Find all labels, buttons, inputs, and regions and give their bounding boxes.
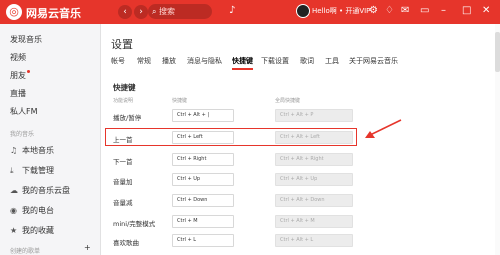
shortcut-label-play-pause: 播放/暂停 (113, 114, 142, 122)
scrollbar-thumb[interactable] (495, 32, 500, 72)
close-icon[interactable]: ✕ (482, 5, 490, 17)
sidebar-item-label: 我的电台 (22, 206, 54, 215)
shortcut-label-mini-mode: mini/完整模式 (113, 220, 156, 228)
global-shortcut-input-like-song[interactable]: Ctrl + Alt + L (275, 234, 353, 247)
tab-privacy[interactable]: 消息与隐私 (187, 56, 222, 66)
back-button[interactable]: ‹ (118, 5, 132, 19)
tab-tools[interactable]: 工具 (325, 56, 339, 66)
sidebar-item-personal-fm[interactable]: 私人FM (10, 106, 38, 117)
tab-lyrics[interactable]: 歌词 (300, 56, 314, 66)
sidebar-item-cloud-drive[interactable]: ☁ 我的音乐云盘 (10, 185, 70, 196)
search-icon: ⌕ (152, 7, 157, 16)
highlight-box (105, 128, 357, 146)
sidebar-item-my-radio[interactable]: ◉ 我的电台 (10, 205, 54, 216)
title-bar: ◎ 网易云音乐 ‹ › ⌕ ♪ Hello啊 • 开通VIP ⚙ ♢ ✉ ▭ –… (0, 0, 500, 24)
shortcut-label-volume-down: 音量减 (113, 199, 133, 207)
search-input[interactable] (159, 7, 206, 16)
music-note-icon: ♫ (10, 146, 18, 155)
created-playlists-section-label: 创建的歌单 (10, 248, 41, 255)
shortcut-label-next: 下一首 (113, 158, 133, 166)
microphone-icon[interactable]: ♪ (229, 5, 235, 16)
avatar[interactable] (296, 4, 310, 18)
tab-playback[interactable]: 播放 (162, 56, 176, 66)
minimize-icon[interactable]: – (441, 5, 446, 17)
tab-account[interactable]: 帐号 (111, 56, 125, 66)
global-shortcut-input-play-pause[interactable]: Ctrl + Alt + P (275, 109, 353, 122)
annotation-arrow-icon (365, 119, 402, 138)
maximize-icon[interactable]: □ (462, 5, 471, 17)
shortcut-input-volume-down[interactable]: Ctrl + Down (172, 194, 234, 207)
shortcut-label-like-song: 喜欢歌曲 (113, 239, 139, 247)
sidebar: 发现音乐 视频 朋友 直播 私人FM 我的音乐 ♫ 本地音乐 ⤓ 下载管理 ☁ 我的音… (0, 24, 101, 255)
app-title: 网易云音乐 (26, 7, 81, 20)
shortcut-input-volume-up[interactable]: Ctrl + Up (172, 173, 234, 186)
sidebar-item-live[interactable]: 直播 (10, 88, 26, 99)
add-playlist-icon[interactable]: + (84, 243, 91, 252)
tab-shortcuts[interactable]: 快捷键 (232, 56, 253, 70)
sidebar-item-local-music[interactable]: ♫ 本地音乐 (10, 145, 54, 156)
column-header-shortcut: 快捷键 (172, 98, 188, 104)
global-shortcut-input-next[interactable]: Ctrl + Alt + Right (275, 153, 353, 166)
star-icon: ★ (10, 226, 18, 235)
mail-icon[interactable]: ✉ (401, 5, 409, 17)
column-header-global-shortcut: 全局快捷键 (275, 98, 301, 104)
sidebar-item-label: 我的收藏 (22, 226, 54, 235)
tab-about[interactable]: 关于网易云音乐 (349, 56, 398, 66)
sidebar-item-label: 我的音乐云盘 (22, 186, 70, 195)
sidebar-item-favorites[interactable]: ★ 我的收藏 (10, 225, 54, 236)
sidebar-item-label: 本地音乐 (22, 146, 54, 155)
gear-icon[interactable]: ⚙ (369, 5, 378, 17)
mini-mode-icon[interactable]: ▭ (420, 5, 429, 17)
download-icon: ⤓ (10, 166, 14, 175)
shortcut-input-like-song[interactable]: Ctrl + L (172, 234, 234, 247)
skin-icon[interactable]: ♢ (385, 5, 394, 17)
sidebar-item-friends[interactable]: 朋友 (10, 70, 30, 81)
tab-download-settings[interactable]: 下载设置 (261, 56, 289, 66)
username-vip[interactable]: Hello啊 • 开通VIP (312, 6, 370, 16)
scrollbar[interactable] (495, 24, 500, 255)
global-shortcut-input-volume-up[interactable]: Ctrl + Alt + Up (275, 173, 353, 186)
sidebar-item-label: 下载管理 (22, 166, 54, 175)
radio-icon: ◉ (10, 206, 17, 215)
notification-dot (27, 70, 30, 73)
sidebar-item-label: 朋友 (10, 71, 26, 80)
sidebar-item-video[interactable]: 视频 (10, 52, 26, 63)
page-title: 设置 (111, 38, 133, 51)
column-header-function: 功能说明 (113, 98, 134, 104)
global-shortcut-input-volume-down[interactable]: Ctrl + Alt + Down (275, 194, 353, 207)
cloud-icon: ☁ (10, 186, 18, 195)
shortcut-label-volume-up: 音量加 (113, 178, 133, 186)
sidebar-item-downloads[interactable]: ⤓ 下载管理 (10, 165, 54, 176)
shortcuts-section-title: 快捷键 (113, 83, 136, 92)
sidebar-item-discover[interactable]: 发现音乐 (10, 34, 42, 45)
shortcut-input-mini-mode[interactable]: Ctrl + M (172, 215, 234, 228)
shortcut-input-next[interactable]: Ctrl + Right (172, 153, 234, 166)
tab-general[interactable]: 常规 (137, 56, 151, 66)
shortcut-input-play-pause[interactable]: Ctrl + Alt + | (172, 109, 234, 122)
global-shortcut-input-mini-mode[interactable]: Ctrl + Alt + M (275, 215, 353, 228)
forward-button[interactable]: › (134, 5, 148, 19)
my-music-section-label: 我的音乐 (10, 131, 35, 138)
search-box[interactable]: ⌕ (148, 4, 212, 19)
netease-music-logo: ◎ (6, 4, 22, 20)
